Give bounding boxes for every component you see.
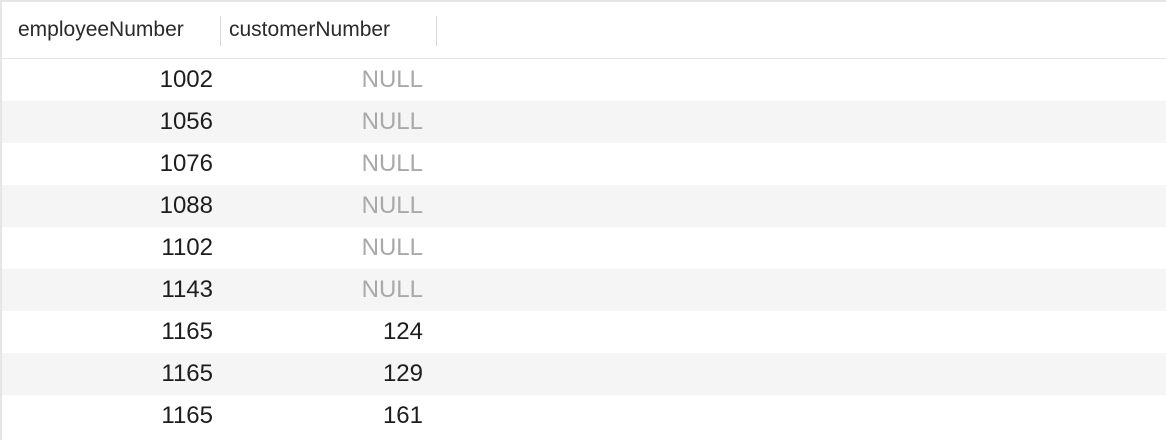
customer-number-cell[interactable]: NULL — [221, 150, 437, 178]
table-row[interactable]: 1102 NULL — [2, 227, 1166, 269]
table-row[interactable]: 1143 NULL — [2, 269, 1166, 311]
employee-number-cell[interactable]: 1056 — [2, 108, 221, 136]
customer-number-cell[interactable]: NULL — [221, 276, 437, 304]
employee-number-cell[interactable]: 1165 — [2, 318, 221, 346]
customer-number-cell[interactable]: NULL — [221, 66, 437, 94]
table-row[interactable]: 1076 NULL — [2, 143, 1166, 185]
column-header-customerNumber[interactable]: customerNumber — [221, 2, 437, 58]
customer-number-cell[interactable]: NULL — [221, 108, 437, 136]
employee-number-cell[interactable]: 1165 — [2, 402, 221, 430]
table-row[interactable]: 1088 NULL — [2, 185, 1166, 227]
grid-header: employeeNumber customerNumber — [2, 2, 1166, 59]
grid-body: 1002 NULL 1056 NULL 1076 NULL 1088 NULL … — [2, 59, 1166, 437]
employee-number-cell[interactable]: 1165 — [2, 360, 221, 388]
table-row[interactable]: 1165 161 — [2, 395, 1166, 437]
employee-number-cell[interactable]: 1143 — [2, 276, 221, 304]
customer-number-cell[interactable]: 161 — [221, 402, 437, 430]
employee-number-cell[interactable]: 1002 — [2, 66, 221, 94]
employee-number-cell[interactable]: 1088 — [2, 192, 221, 220]
customer-number-cell[interactable]: NULL — [221, 234, 437, 262]
employee-number-cell[interactable]: 1076 — [2, 150, 221, 178]
column-header-employeeNumber[interactable]: employeeNumber — [2, 2, 221, 58]
result-grid: employeeNumber customerNumber 1002 NULL … — [0, 0, 1166, 440]
table-row[interactable]: 1056 NULL — [2, 101, 1166, 143]
table-row[interactable]: 1165 124 — [2, 311, 1166, 353]
customer-number-cell[interactable]: 129 — [221, 360, 437, 388]
table-row[interactable]: 1165 129 — [2, 353, 1166, 395]
customer-number-cell[interactable]: NULL — [221, 192, 437, 220]
employee-number-cell[interactable]: 1102 — [2, 234, 221, 262]
table-row[interactable]: 1002 NULL — [2, 59, 1166, 101]
customer-number-cell[interactable]: 124 — [221, 318, 437, 346]
